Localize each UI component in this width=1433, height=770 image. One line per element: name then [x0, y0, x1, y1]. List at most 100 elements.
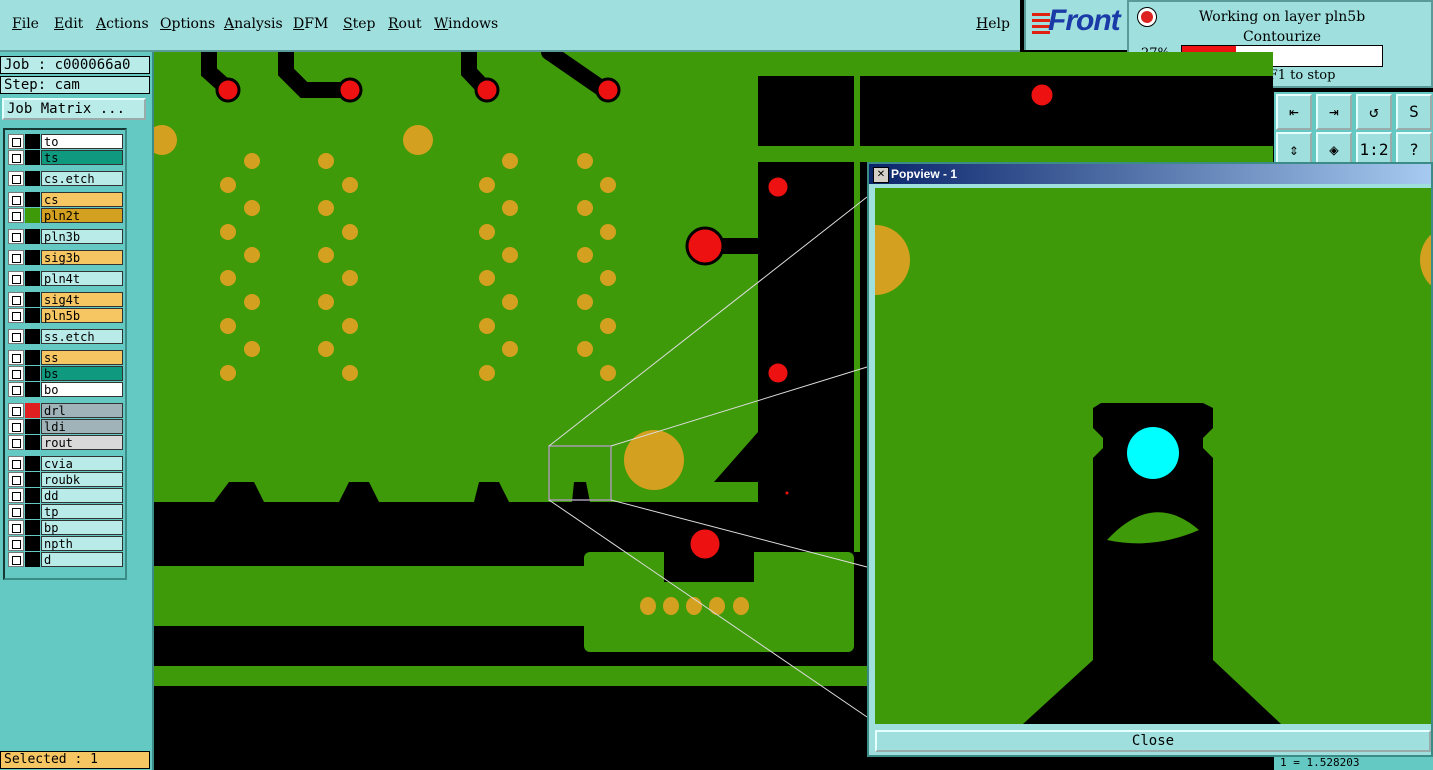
- layer-row-pln5b[interactable]: pln5b: [8, 308, 123, 323]
- layer-row-ts[interactable]: ts: [8, 150, 123, 165]
- layer-name[interactable]: pln3b: [41, 229, 123, 244]
- layer-checkbox[interactable]: [8, 134, 24, 149]
- layer-color-swatch[interactable]: [25, 292, 40, 307]
- layer-checkbox[interactable]: [8, 229, 24, 244]
- layer-color-swatch[interactable]: [25, 435, 40, 450]
- layer-row-rout[interactable]: rout: [8, 435, 123, 450]
- layer-row-ldi[interactable]: ldi: [8, 419, 123, 434]
- layer-color-swatch[interactable]: [25, 456, 40, 471]
- layer-row-npth[interactable]: npth: [8, 536, 123, 551]
- layer-color-swatch[interactable]: [25, 403, 40, 418]
- layer-row-pln3b[interactable]: pln3b: [8, 229, 123, 244]
- layer-name[interactable]: pln5b: [41, 308, 123, 323]
- layer-name[interactable]: bo: [41, 382, 123, 397]
- popview-canvas[interactable]: [875, 188, 1431, 724]
- menu-dfm[interactable]: DFM: [293, 16, 328, 32]
- menu-analysis[interactable]: Analysis: [224, 16, 283, 32]
- layer-checkbox[interactable]: [8, 192, 24, 207]
- job-matrix-button[interactable]: Job Matrix ...: [2, 98, 146, 120]
- layer-name[interactable]: sig3b: [41, 250, 123, 265]
- close-icon[interactable]: ✕: [873, 167, 889, 183]
- layer-color-swatch[interactable]: [25, 208, 40, 223]
- layer-checkbox[interactable]: [8, 171, 24, 186]
- layer-row-cs[interactable]: cs: [8, 192, 123, 207]
- layer-checkbox[interactable]: [8, 472, 24, 487]
- menu-rout[interactable]: Rout: [388, 16, 422, 32]
- layer-name[interactable]: ldi: [41, 419, 123, 434]
- redraw-icon[interactable]: S: [1396, 94, 1432, 130]
- layer-checkbox[interactable]: [8, 350, 24, 365]
- layer-name[interactable]: d: [41, 552, 123, 567]
- layer-color-swatch[interactable]: [25, 488, 40, 503]
- layer-row-pln4t[interactable]: pln4t: [8, 271, 123, 286]
- layer-name[interactable]: drl: [41, 403, 123, 418]
- layer-checkbox[interactable]: [8, 520, 24, 535]
- layer-checkbox[interactable]: [8, 250, 24, 265]
- layer-color-swatch[interactable]: [25, 150, 40, 165]
- layer-checkbox[interactable]: [8, 552, 24, 567]
- layer-row-to[interactable]: to: [8, 134, 123, 149]
- layer-row-tp[interactable]: tp: [8, 504, 123, 519]
- layer-checkbox[interactable]: [8, 208, 24, 223]
- menu-edit[interactable]: Edit: [54, 16, 83, 32]
- menu-actions[interactable]: Actions: [96, 16, 149, 32]
- menu-windows[interactable]: Windows: [434, 16, 498, 32]
- layer-row-ss[interactable]: ss: [8, 350, 123, 365]
- layer-name[interactable]: to: [41, 134, 123, 149]
- close-button[interactable]: Close: [875, 730, 1431, 752]
- layer-name[interactable]: pln4t: [41, 271, 123, 286]
- undo-zoom-icon[interactable]: ↺: [1356, 94, 1392, 130]
- layer-color-swatch[interactable]: [25, 472, 40, 487]
- layer-name[interactable]: cs: [41, 192, 123, 207]
- layer-color-swatch[interactable]: [25, 366, 40, 381]
- layer-checkbox[interactable]: [8, 366, 24, 381]
- layer-checkbox[interactable]: [8, 456, 24, 471]
- layer-row-bo[interactable]: bo: [8, 382, 123, 397]
- layer-checkbox[interactable]: [8, 292, 24, 307]
- layer-checkbox[interactable]: [8, 271, 24, 286]
- layer-name[interactable]: npth: [41, 536, 123, 551]
- layer-color-swatch[interactable]: [25, 192, 40, 207]
- layer-color-swatch[interactable]: [25, 308, 40, 323]
- layer-name[interactable]: rout: [41, 435, 123, 450]
- layer-name[interactable]: dd: [41, 488, 123, 503]
- menu-step[interactable]: Step: [343, 16, 375, 32]
- layer-checkbox[interactable]: [8, 382, 24, 397]
- layer-name[interactable]: pln2t: [41, 208, 123, 223]
- layer-color-swatch[interactable]: [25, 134, 40, 149]
- layer-checkbox[interactable]: [8, 150, 24, 165]
- layer-checkbox[interactable]: [8, 403, 24, 418]
- layer-color-swatch[interactable]: [25, 250, 40, 265]
- layer-name[interactable]: cs.etch: [41, 171, 123, 186]
- layer-name[interactable]: bp: [41, 520, 123, 535]
- menu-help[interactable]: Help: [976, 16, 1010, 32]
- layer-name[interactable]: ss.etch: [41, 329, 123, 344]
- layer-row-cs-etch[interactable]: cs.etch: [8, 171, 123, 186]
- layer-row-bp[interactable]: bp: [8, 520, 123, 535]
- layer-color-swatch[interactable]: [25, 271, 40, 286]
- layer-row-dd[interactable]: dd: [8, 488, 123, 503]
- layer-checkbox[interactable]: [8, 536, 24, 551]
- layer-name[interactable]: cvia: [41, 456, 123, 471]
- layer-name[interactable]: tp: [41, 504, 123, 519]
- layer-checkbox[interactable]: [8, 308, 24, 323]
- layer-name[interactable]: bs: [41, 366, 123, 381]
- layer-row-sig3b[interactable]: sig3b: [8, 250, 123, 265]
- layer-row-cvia[interactable]: cvia: [8, 456, 123, 471]
- layer-color-swatch[interactable]: [25, 419, 40, 434]
- layer-row-drl[interactable]: drl: [8, 403, 123, 418]
- layer-color-swatch[interactable]: [25, 504, 40, 519]
- layer-row-roubk[interactable]: roubk: [8, 472, 123, 487]
- layer-checkbox[interactable]: [8, 419, 24, 434]
- layer-color-swatch[interactable]: [25, 229, 40, 244]
- layer-name[interactable]: roubk: [41, 472, 123, 487]
- layer-checkbox[interactable]: [8, 504, 24, 519]
- layer-checkbox[interactable]: [8, 488, 24, 503]
- zoom-in-icon[interactable]: ⇤: [1276, 94, 1312, 130]
- zoom-out-icon[interactable]: ⇥: [1316, 94, 1352, 130]
- layer-checkbox[interactable]: [8, 329, 24, 344]
- layer-color-swatch[interactable]: [25, 520, 40, 535]
- layer-row-pln2t[interactable]: pln2t: [8, 208, 123, 223]
- layer-row-d[interactable]: d: [8, 552, 123, 567]
- menu-file[interactable]: File: [12, 16, 39, 32]
